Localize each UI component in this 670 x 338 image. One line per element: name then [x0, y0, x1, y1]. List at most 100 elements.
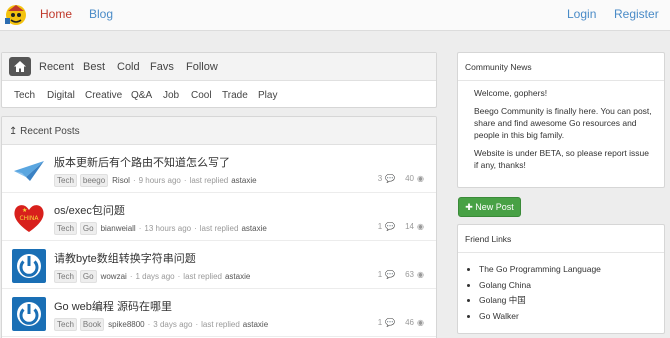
post-counts: 1 💬 46 ◉ — [378, 318, 424, 327]
post-author[interactable]: bianweiall — [101, 224, 136, 233]
friend-links-list: The Go Programming Language Golang China… — [458, 253, 664, 324]
post-counts: 1 💬 63 ◉ — [378, 270, 424, 279]
post-row[interactable]: Go web编程 源码在哪里 Tech Book spike8800 · 3 d… — [2, 289, 436, 337]
reply-count: 1 — [377, 318, 383, 327]
post-tag[interactable]: Book — [79, 318, 105, 331]
community-news-title: Community News — [458, 53, 664, 81]
post-row[interactable]: CHINA ★ os/exec包问题 Tech Go bianweiall · … — [2, 193, 436, 241]
post-title[interactable]: os/exec包问题 — [54, 202, 125, 218]
tab-best[interactable]: Best — [83, 61, 105, 73]
eye-icon: ◉ — [417, 318, 424, 327]
post-tag[interactable]: Go — [79, 222, 97, 235]
top-navbar: Home Blog Login Register — [0, 0, 670, 31]
view-count: 40 — [405, 174, 415, 183]
arrow-up-icon: ↥ — [9, 126, 18, 137]
tab-recent[interactable]: Recent — [39, 61, 74, 73]
last-replied-user[interactable]: astaxie — [243, 320, 268, 329]
post-author[interactable]: spike8800 — [108, 320, 144, 329]
post-row[interactable]: 版本更新后有个路由不知道怎么写了 Tech beego Risol · 9 ho… — [2, 145, 436, 193]
plus-icon: ✚ — [465, 202, 473, 212]
post-title[interactable]: Go web编程 源码在哪里 — [54, 298, 172, 314]
svg-text:CHINA: CHINA — [19, 215, 39, 222]
post-tag[interactable]: beego — [79, 174, 109, 187]
reply-count: 3 — [377, 174, 383, 183]
last-replied-user[interactable]: astaxie — [225, 272, 250, 281]
eye-icon: ◉ — [417, 270, 424, 279]
post-tag[interactable]: Tech — [54, 222, 77, 235]
eye-icon: ◉ — [417, 222, 424, 231]
view-count: 63 — [405, 270, 415, 279]
friend-link[interactable]: Golang China — [479, 278, 664, 294]
new-post-button[interactable]: ✚ New Post — [458, 197, 521, 217]
beego-logo[interactable] — [3, 1, 29, 27]
category-tech[interactable]: Tech — [14, 90, 35, 101]
tab-cold[interactable]: Cold — [117, 61, 140, 73]
category-qa[interactable]: Q&A — [131, 90, 152, 101]
news-paragraph: Website is under BETA, so please report … — [474, 148, 649, 170]
post-author[interactable]: Risol — [112, 176, 130, 185]
home-icon — [14, 61, 26, 72]
category-job[interactable]: Job — [163, 90, 179, 101]
china-heart-icon[interactable]: CHINA ★ — [12, 201, 46, 235]
post-time: 3 days ago — [153, 320, 193, 329]
last-replied-label: last replied — [199, 224, 239, 233]
nav-blog-link[interactable]: Blog — [89, 7, 113, 21]
category-digital[interactable]: Digital — [47, 90, 75, 101]
post-meta: Tech Book spike8800 · 3 days ago · last … — [54, 318, 268, 331]
post-time: 13 hours ago — [144, 224, 192, 233]
post-row[interactable]: 请教byte数组转换字符串问题 Tech Go wowzai · 1 days … — [2, 241, 436, 289]
eye-icon: ◉ — [417, 174, 424, 183]
power-icon[interactable] — [12, 297, 46, 331]
recent-posts-header: ↥ Recent Posts — [2, 117, 436, 145]
post-tag[interactable]: Tech — [54, 174, 77, 187]
post-counts: 3 💬 40 ◉ — [378, 174, 424, 183]
nav-home-link[interactable]: Home — [40, 7, 72, 21]
post-meta: Tech Go bianweiall · 13 hours ago · last… — [54, 222, 267, 235]
category-trade[interactable]: Trade — [222, 90, 248, 101]
login-link[interactable]: Login — [567, 7, 596, 21]
view-count: 46 — [405, 318, 415, 327]
post-tag[interactable]: Tech — [54, 270, 77, 283]
post-title[interactable]: 请教byte数组转换字符串问题 — [54, 250, 196, 266]
recent-posts-panel: ↥ Recent Posts 版本更新后有个路由不知道怎么写了 Tech bee… — [1, 116, 437, 338]
last-replied-label: last replied — [183, 272, 222, 281]
post-title[interactable]: 版本更新后有个路由不知道怎么写了 — [54, 154, 230, 170]
community-news-body: Welcome, gophers! Beego Community is fin… — [458, 81, 664, 171]
recent-posts-title: Recent Posts — [20, 126, 80, 137]
last-replied-user[interactable]: astaxie — [241, 224, 266, 233]
topic-tabs-panel: Recent Best Cold Favs Follow Tech Digita… — [1, 52, 437, 108]
category-play[interactable]: Play — [258, 90, 277, 101]
friend-link[interactable]: The Go Programming Language — [479, 262, 664, 278]
comment-icon: 💬 — [385, 270, 396, 279]
post-meta: Tech Go wowzai · 1 days ago · last repli… — [54, 270, 250, 283]
reply-count: 1 — [377, 222, 383, 231]
last-replied-user[interactable]: astaxie — [231, 176, 256, 185]
tab-favs[interactable]: Favs — [150, 61, 174, 73]
post-time: 1 days ago — [135, 272, 175, 281]
power-icon[interactable] — [12, 249, 46, 283]
category-cool[interactable]: Cool — [191, 90, 212, 101]
friend-link[interactable]: Golang 中国 — [479, 293, 664, 309]
friend-links-panel: Friend Links The Go Programming Language… — [457, 224, 665, 334]
last-replied-label: last replied — [201, 320, 240, 329]
register-link[interactable]: Register — [614, 7, 659, 21]
post-tag[interactable]: Tech — [54, 318, 77, 331]
tab-follow[interactable]: Follow — [186, 61, 218, 73]
category-creative[interactable]: Creative — [85, 90, 122, 101]
post-author[interactable]: wowzai — [101, 272, 127, 281]
comment-icon: 💬 — [385, 318, 396, 327]
view-count: 14 — [405, 222, 415, 231]
post-tag[interactable]: Go — [79, 270, 97, 283]
post-counts: 1 💬 14 ◉ — [378, 222, 424, 231]
news-paragraph: Beego Community is finally here. You can… — [474, 106, 652, 140]
sort-tabs: Recent Best Cold Favs Follow — [2, 53, 436, 81]
comment-icon: 💬 — [385, 174, 396, 183]
friend-link[interactable]: Go Walker — [479, 309, 664, 325]
new-post-label: New Post — [475, 202, 514, 212]
home-tab-button[interactable] — [9, 57, 31, 76]
news-paragraph: Welcome, gophers! — [474, 88, 548, 98]
post-time: 9 hours ago — [138, 176, 181, 185]
community-news-panel: Community News Welcome, gophers! Beego C… — [457, 52, 665, 188]
comment-icon: 💬 — [385, 222, 396, 231]
paper-plane-icon[interactable] — [12, 153, 46, 187]
